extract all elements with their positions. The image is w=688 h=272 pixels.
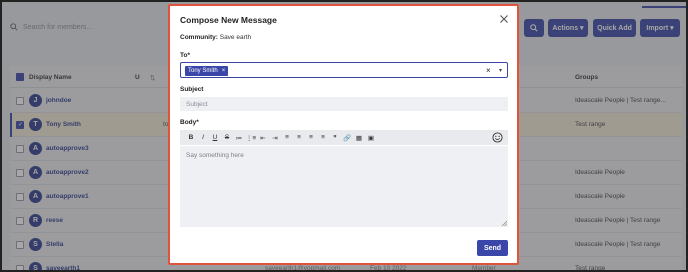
- subject-input[interactable]: [180, 97, 508, 111]
- close-icon[interactable]: [499, 14, 509, 24]
- community-line: Community: Save earth: [180, 34, 251, 41]
- modal-title: Compose New Message: [180, 15, 277, 25]
- underline-button[interactable]: U: [209, 132, 221, 144]
- outdent-button[interactable]: ⇤: [257, 132, 269, 144]
- editor-toolbar: B I U S ≔ ⋮≡ ⇤ ⇥ ≡ ≡ ≡ ≡ ❞ 🔗 ▦ ▣: [180, 130, 508, 145]
- recipient-chip-label: Tony Smith: [188, 68, 218, 74]
- align-center-button[interactable]: ≡: [293, 132, 305, 144]
- chip-remove-icon[interactable]: ×: [222, 68, 226, 74]
- align-right-button[interactable]: ≡: [305, 132, 317, 144]
- bold-button[interactable]: B: [185, 132, 197, 144]
- subject-label: Subject: [180, 86, 204, 93]
- link-button[interactable]: 🔗: [341, 132, 353, 144]
- recipient-chip: Tony Smith ×: [185, 66, 229, 76]
- resize-handle-icon[interactable]: [501, 220, 507, 226]
- recipient-select[interactable]: Tony Smith × × ▾: [180, 62, 508, 78]
- message-body-input[interactable]: [180, 146, 508, 227]
- to-label: To*: [180, 52, 190, 59]
- community-value: Save earth: [219, 34, 252, 41]
- community-label: Community:: [180, 34, 218, 41]
- compose-message-modal: Compose New Message Community: Save eart…: [168, 4, 519, 265]
- quote-button[interactable]: ❞: [329, 132, 341, 144]
- indent-button[interactable]: ⇥: [269, 132, 281, 144]
- align-justify-button[interactable]: ≡: [317, 132, 329, 144]
- bullet-list-button[interactable]: ≔: [233, 132, 245, 144]
- image-button[interactable]: ▣: [365, 132, 377, 144]
- emoji-icon[interactable]: [492, 132, 503, 143]
- body-label: Body*: [180, 119, 199, 126]
- italic-button[interactable]: I: [197, 132, 209, 144]
- page-scrollbar[interactable]: [682, 130, 686, 200]
- strikethrough-button[interactable]: S: [221, 132, 233, 144]
- table-button[interactable]: ▦: [353, 132, 365, 144]
- chevron-down-icon[interactable]: ▾: [499, 67, 502, 74]
- clear-icon[interactable]: ×: [486, 66, 491, 75]
- numbered-list-button[interactable]: ⋮≡: [245, 132, 257, 144]
- send-button[interactable]: Send: [477, 240, 508, 256]
- align-left-button[interactable]: ≡: [281, 132, 293, 144]
